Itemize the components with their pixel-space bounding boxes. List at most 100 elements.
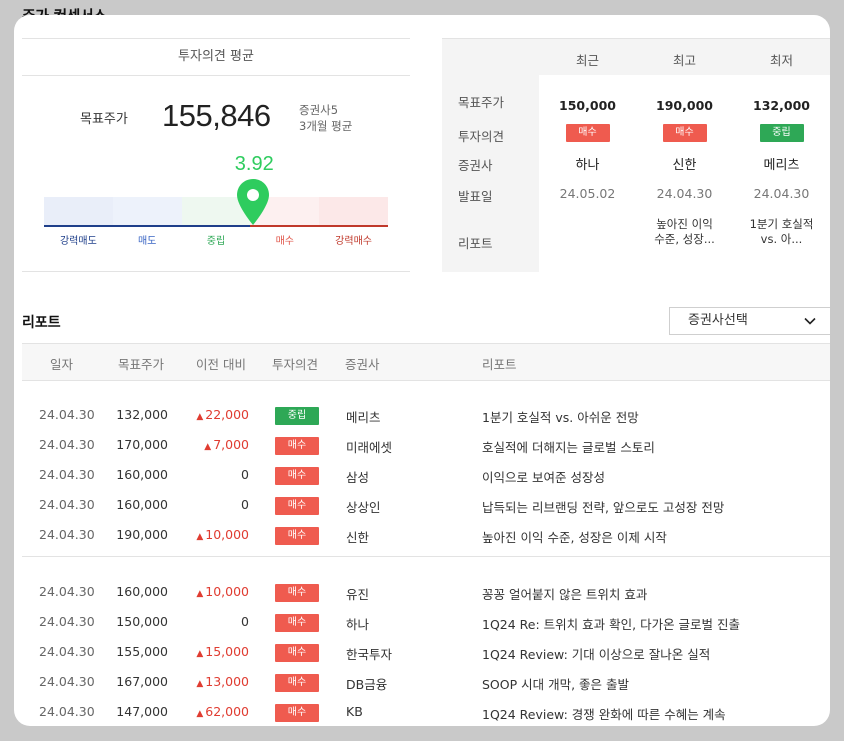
low-date: 24.04.30	[753, 186, 810, 201]
row-report-link[interactable]: 호실적에 더해지는 글로벌 스토리	[482, 437, 655, 456]
table-row[interactable]: 24.04.30 147,000 ▲ 62,000 매수 KB 1Q24 Review: 경…	[22, 697, 830, 726]
row-change: 0	[241, 467, 249, 482]
table-row[interactable]: 24.04.30 150,000 0 매수 하나 1Q24 Re: 트위치 효과 확인, …	[22, 607, 830, 637]
scale-segment-strong-buy	[319, 197, 388, 227]
row-report-link[interactable]: 1분기 호실적 vs. 아쉬운 전망	[482, 407, 639, 426]
row-broker: KB	[346, 704, 363, 719]
opinion-score: 3.92	[234, 153, 274, 175]
row-date: 24.04.30	[39, 614, 95, 629]
row-date: 24.04.30	[39, 437, 95, 452]
row-change: ▲ 22,000	[196, 407, 249, 422]
row-broker: 하나	[346, 617, 370, 632]
broker-select-dropdown[interactable]: 증권사선택	[669, 307, 830, 335]
consensus-card: 투자의견 평균 목표주가 155,846 증권사5 3개월 평균 3.92 강력…	[14, 15, 830, 726]
low-report-link[interactable]: 1분기 호실적 vs. 아...	[733, 217, 830, 247]
divider	[22, 556, 830, 557]
table-row[interactable]: 24.04.30 190,000 ▲ 10,000 매수 신한 높아진 이익 수준, 성장은…	[22, 520, 830, 550]
row-label-opinion: 투자의견	[458, 129, 505, 144]
row-opinion-badge: 매수	[275, 644, 319, 662]
row-target: 160,000	[116, 467, 168, 482]
up-arrow-icon: ▲	[196, 589, 204, 599]
row-date: 24.04.30	[39, 584, 95, 599]
row-opinion-badge: 매수	[275, 584, 319, 602]
row-broker: 신한	[346, 530, 370, 545]
scale-label: 강력매도	[59, 236, 97, 247]
th-date: 일자	[50, 357, 74, 372]
up-arrow-icon: ▲	[196, 679, 204, 689]
row-broker: DB금융	[346, 677, 388, 692]
row-opinion-badge: 매수	[275, 674, 319, 692]
row-target: 155,000	[116, 644, 168, 659]
table-row[interactable]: 24.04.30 160,000 0 매수 상상인 납득되는 리브랜딩 전략, 앞으로도 …	[22, 490, 830, 520]
table-row[interactable]: 24.04.30 132,000 ▲ 22,000 중립 메리츠 1분기 호실적 vs. 아…	[22, 400, 830, 430]
up-arrow-icon: ▲	[196, 709, 204, 719]
row-opinion-badge: 중립	[275, 407, 319, 425]
divider	[22, 271, 410, 272]
row-target: 160,000	[116, 497, 168, 512]
up-arrow-icon: ▲	[196, 532, 204, 542]
row-date: 24.04.30	[39, 527, 95, 542]
scale-label: 강력매수	[335, 236, 372, 247]
row-opinion-badge: 매수	[275, 467, 319, 485]
row-target: 190,000	[116, 527, 168, 542]
col-head-recent: 최근	[575, 53, 599, 68]
target-price-label: 목표주가	[80, 112, 128, 127]
opinion-scale-labels: 강력매도 매도 중립 매수 강력매수	[44, 232, 388, 247]
recent-target: 150,000	[559, 98, 616, 113]
row-report-link[interactable]: 이익으로 보여준 성장성	[482, 467, 605, 486]
row-report-link[interactable]: 1Q24 Review: 경쟁 완화에 따른 수혜는 계속	[482, 704, 726, 723]
scale-label: 매도	[137, 236, 157, 247]
average-period: 3개월 평균	[299, 119, 353, 133]
recent-date: 24.05.02	[559, 186, 616, 201]
low-opinion-badge: 중립	[759, 124, 804, 142]
target-price-value: 155,846	[162, 98, 271, 133]
table-row[interactable]: 24.04.30 160,000 0 매수 삼성 이익으로 보여준 성장성	[22, 460, 830, 490]
th-change: 이전 대비	[196, 357, 246, 372]
row-label-broker: 증권사	[458, 158, 493, 173]
table-row[interactable]: 24.04.30 155,000 ▲ 15,000 매수 한국투자 1Q24 Review:…	[22, 637, 830, 667]
table-row[interactable]: 24.04.30 160,000 ▲ 10,000 매수 유진 꽁꽁 얼어붙지 않은 트위치…	[22, 577, 830, 607]
row-opinion-badge: 매수	[275, 704, 319, 722]
scale-label: 매수	[275, 236, 294, 247]
location-pin-icon	[236, 179, 269, 225]
high-target: 190,000	[656, 98, 713, 113]
row-report-link[interactable]: 높아진 이익 수준, 성장은 이제 시작	[482, 527, 667, 546]
target-price-meta: 증권사5 3개월 평균	[299, 102, 352, 134]
row-broker: 한국투자	[346, 647, 393, 662]
row-change: ▲ 7,000	[204, 437, 249, 452]
high-opinion-badge: 매수	[662, 124, 707, 142]
table-row[interactable]: 24.04.30 167,000 ▲ 13,000 매수 DB금융 SOOP 시대 개막, …	[22, 667, 830, 697]
reports-title: 리포트	[22, 315, 61, 331]
row-date: 24.04.30	[39, 674, 95, 689]
broker-select-label: 증권사선택	[688, 313, 748, 328]
low-target: 132,000	[753, 98, 810, 113]
row-opinion-badge: 매수	[275, 527, 319, 545]
row-target: 167,000	[116, 674, 168, 689]
row-report-link[interactable]: 1Q24 Review: 기대 이상으로 잘나온 실적	[482, 644, 710, 663]
scale-segment-sell	[112, 197, 182, 227]
row-broker: 삼성	[346, 470, 370, 485]
row-date: 24.04.30	[39, 467, 95, 482]
row-report-link[interactable]: SOOP 시대 개막, 좋은 출발	[482, 674, 629, 693]
col-head-low: 최저	[769, 53, 793, 68]
up-arrow-icon: ▲	[196, 649, 204, 659]
row-change: ▲ 10,000	[196, 527, 249, 542]
row-date: 24.04.30	[39, 704, 95, 719]
th-report: 리포트	[482, 357, 517, 372]
row-label-report: 리포트	[458, 236, 493, 251]
row-date: 24.04.30	[39, 407, 95, 422]
th-broker: 증권사	[345, 357, 380, 372]
row-broker: 유진	[346, 587, 370, 602]
high-report-link[interactable]: 높아진 이익 수준, 성장...	[636, 217, 733, 247]
opinion-scale-bar	[44, 197, 388, 229]
row-opinion-badge: 매수	[275, 614, 319, 632]
row-opinion-badge: 매수	[275, 437, 319, 455]
row-broker: 미래에셋	[346, 440, 393, 455]
row-label-target: 목표주가	[458, 95, 505, 110]
row-target: 147,000	[116, 704, 168, 719]
table-row[interactable]: 24.04.30 170,000 ▲ 7,000 매수 미래에셋 호실적에 더해지는 글로벌…	[22, 430, 830, 460]
row-report-link[interactable]: 1Q24 Re: 트위치 효과 확인, 다가온 글로벌 진출	[482, 614, 740, 633]
row-report-link[interactable]: 납득되는 리브랜딩 전략, 앞으로도 고성장 전망	[482, 497, 724, 516]
row-report-link[interactable]: 꽁꽁 얼어붙지 않은 트위치 효과	[482, 584, 647, 603]
th-target: 목표주가	[118, 357, 165, 372]
